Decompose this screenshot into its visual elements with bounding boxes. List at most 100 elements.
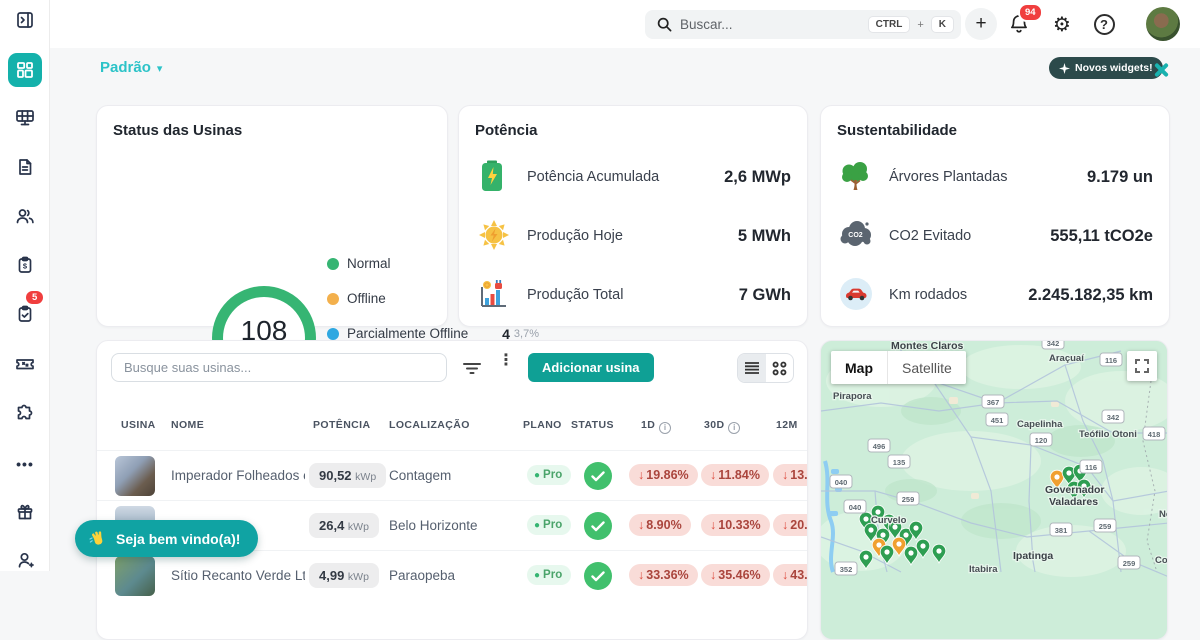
waving-hand-icon [89,530,103,545]
delta-30d-badge: ↓ 35.46% [701,564,770,586]
svg-text:259: 259 [902,495,915,504]
column-header-status: STATUS [571,419,614,431]
table-menu-button[interactable]: ⋮ [498,353,514,380]
map-type-map-button[interactable]: Map [831,351,887,384]
map-type-control: Map Satellite [831,351,966,384]
svg-text:418: 418 [1148,430,1161,439]
info-icon[interactable]: i [659,421,672,434]
new-widgets-label: Novos widgets! [1075,62,1153,74]
metric-label: Produção Hoje [527,228,623,244]
svg-text:CO2: CO2 [848,232,863,239]
road-shield: 040 [829,474,853,489]
sustain-metric-row: Km rodados 2.245.182,35 km [839,274,1153,316]
road-shield: 120 [1029,432,1053,447]
user-avatar[interactable] [1146,7,1180,41]
svg-text:040: 040 [835,478,848,487]
plant-row[interactable]: Sítio Recanto Verde Ltda 4,99 kWp Paraop… [97,550,807,600]
road-shield: 116 [1079,459,1103,474]
filter-icon [463,363,481,374]
svg-text:120: 120 [1035,436,1048,445]
delta-12m-badge: ↓43.10% [773,564,807,586]
fullscreen-button[interactable] [1127,351,1157,381]
plant-thumbnail [115,556,155,596]
plant-location: Belo Horizonte [389,518,478,533]
map-city-label: Governador [1045,484,1105,496]
svg-text:116: 116 [1085,463,1097,472]
add-button[interactable]: + [965,8,997,40]
road-shield: 352 [834,561,858,576]
settings-button[interactable]: ⚙ [1046,8,1078,40]
search-input[interactable] [680,17,861,32]
shortcut-ctrl: CTRL [868,17,910,32]
map-city-label: Ipatinga [1013,550,1053,562]
road-shield: 367 [981,394,1005,409]
svg-text:381: 381 [1055,526,1068,535]
info-icon[interactable]: i [728,421,741,434]
sidebar-item-rewards[interactable] [8,495,42,529]
road-shield: 451 [985,412,1009,427]
map-card: 342 116 367 451 342 418 120 496 135 116 040 040 259 3… [820,340,1168,640]
status-check-icon[interactable] [584,562,612,590]
sparkle-icon [1059,62,1070,74]
status-check-icon[interactable] [584,462,612,490]
tree-icon [839,159,875,195]
delta-12m-badge: ↓20.15% [773,514,807,536]
new-widgets-button[interactable]: Novos widgets! [1049,57,1163,79]
help-button[interactable]: ? [1088,8,1120,40]
sidebar-item-tasks[interactable]: 5 [8,289,46,331]
power-metric-row: Produção Total 7 GWh [477,274,791,316]
fullscreen-icon [1135,359,1149,373]
delta-1d-badge: ↓ 19.86% [629,464,698,486]
column-header-usina: USINA [121,419,156,431]
sidebar-item-integrations[interactable] [8,396,42,430]
metric-label: CO2 Evitado [889,228,972,244]
delta-12m-badge: ↓13.45% [773,464,807,486]
map-type-satellite-button[interactable]: Satellite [887,351,966,384]
status-check-icon[interactable] [584,512,612,540]
global-search[interactable]: CTRL + K [645,10,961,39]
plant-search-input[interactable] [111,353,447,382]
sidebar-item-solar-plants[interactable] [8,101,42,135]
grid-view-icon [772,361,787,375]
road-shield: 496 [867,438,891,453]
plan-badge: ● Pro [527,515,572,535]
sidebar-item-panel-toggle[interactable] [8,3,42,37]
column-header-potência: POTÊNCIA [313,419,371,431]
sustain-metric-row: Árvores Plantadas 9.179 un [839,156,1153,198]
sidebar-item-users[interactable] [8,199,42,233]
shortcut-k: K [931,17,953,32]
metric-value: 7 GWh [738,285,791,304]
sidebar-item-billing[interactable]: $ [8,248,42,282]
delta-1d-badge: ↓ 33.36% [629,564,698,586]
metric-value: 2,6 MWp [724,167,791,186]
road-shield: 381 [1049,522,1073,537]
delta-1d-badge: ↓ 8.90% [629,514,691,536]
plant-name: Sítio Recanto Verde Ltda [171,568,305,583]
add-plant-button[interactable]: Adicionar usina [528,353,654,382]
sidebar-item-tickets[interactable] [8,347,42,381]
delta-30d-badge: ↓ 11.84% [701,464,769,486]
customize-tools-icon[interactable] [1150,59,1172,81]
layout-selector[interactable]: Padrão ▾ [100,59,162,76]
map-city-label: Pirapora [833,391,872,402]
metric-label: Árvores Plantadas [889,169,1008,185]
list-view-button[interactable] [738,354,766,382]
welcome-toast[interactable]: Seja bem vindo(a)! [75,520,259,557]
sidebar-item-invite-user[interactable] [8,543,42,577]
sidebar-item-more[interactable]: ••• [8,447,42,481]
svg-text:040: 040 [849,503,862,512]
sidebar-badge: 5 [24,289,46,306]
chevron-down-icon: ▾ [156,63,163,75]
filter-button[interactable] [461,357,483,379]
plants-map[interactable]: 342 116 367 451 342 418 120 496 135 116 040 040 259 3… [821,341,1168,640]
sustainability-card: Sustentabilidade Árvores Plantadas 9.179… [820,105,1170,327]
road-shield: 342 [1101,409,1125,424]
status-card: Status das Usinas 108 Usinas Normal 61 5… [96,105,539,412]
plant-row[interactable]: Imperador Folheados e E 90,52 kWp Contag… [97,450,807,500]
svg-text:$: $ [23,262,28,271]
notification-count-badge: 94 [1018,3,1043,22]
grid-view-button[interactable] [766,354,794,382]
sidebar-item-documents[interactable] [8,150,42,184]
sidebar-item-dashboard[interactable] [8,53,42,87]
help-icon: ? [1093,13,1115,35]
